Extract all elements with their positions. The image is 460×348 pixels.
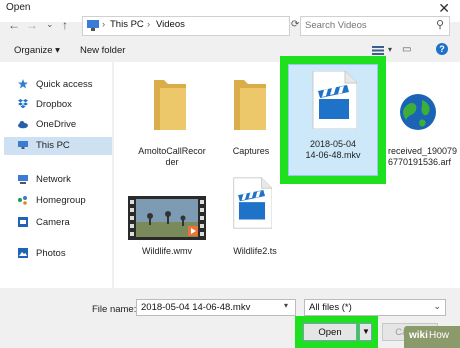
globe-icon [400,94,436,130]
sidebar-item-photos[interactable]: Photos [4,245,112,263]
search-input[interactable] [305,19,425,32]
refresh-icon[interactable]: ⟳ [291,19,299,30]
file-list: AmoltoCallRecor der Captures 2018-05-04 14… [114,56,460,288]
sidebar-item-homegroup[interactable]: Homegroup [4,192,112,210]
file-name-label: File name: [92,304,137,315]
sidebar-item-label: OneDrive [36,119,77,130]
camera-icon [18,217,28,227]
search-icon[interactable]: ⚲ [436,18,444,31]
breadcrumb-videos[interactable]: Videos [156,19,185,30]
file-type-select[interactable]: All files (*) ⌄ [304,299,446,316]
view-options-icon[interactable] [372,46,384,55]
close-icon[interactable]: ✕ [438,0,450,17]
sidebar-item-label: Homegroup [36,195,86,206]
view-dropdown-icon[interactable]: ▾ [388,45,392,54]
file-name: received_190079 6770191536.arf [388,146,458,167]
video-clapper-icon [312,71,357,129]
file-name-dropdown-icon[interactable]: ▾ [284,301,288,310]
video-thumbnail [128,196,206,240]
address-bar[interactable]: › This PC › Videos [82,16,290,36]
breadcrumb-separator: › [102,19,106,30]
sidebar-item-onedrive[interactable]: OneDrive [4,116,112,134]
forward-arrow-icon[interactable]: → [26,18,38,32]
new-folder-button[interactable]: New folder [80,45,125,56]
back-arrow-icon[interactable]: ← [8,18,20,32]
cloud-icon [18,121,28,129]
preview-pane-icon[interactable]: ▭ [402,44,411,55]
breadcrumb-this-pc[interactable]: This PC [110,19,144,30]
window-title: Open [6,2,31,13]
sidebar-item-this-pc[interactable]: This PC [4,137,112,155]
file-name: AmoltoCallRecor der [138,146,206,167]
file-name: 2018-05-04 14-06-48.mkv [305,139,361,160]
open-dropdown-button[interactable]: ▼ [359,323,372,341]
search-box[interactable]: ⚲ [300,16,450,36]
file-name-input[interactable] [136,299,296,316]
folder-icon [234,80,266,130]
file-name: Wildlife.wmv [141,246,192,256]
sidebar-item-quick-access[interactable]: Quick access [4,76,112,94]
file-name: Captures [232,146,270,156]
navigation-pane: Quick access Dropbox OneDrive This PC Ne… [0,62,112,288]
chevron-down-icon: ▼ [362,327,370,336]
file-name: Wildlife2.ts [233,246,277,256]
sidebar-item-label: Dropbox [36,99,72,110]
star-icon [18,79,28,89]
sidebar-item-dropbox[interactable]: Dropbox [4,96,112,114]
file-type-value: All files (*) [309,302,352,313]
file-item-wildlife2-ts[interactable]: Wildlife2.ts [220,174,290,260]
file-item-captures[interactable]: Captures [216,70,286,170]
file-item-2018-05-04-mkv[interactable]: 2018-05-04 14-06-48.mkv [288,64,378,176]
sidebar-item-label: Camera [36,217,70,228]
wikihow-watermark: wiki How [404,326,460,348]
photos-icon [18,248,28,258]
folder-icon [154,80,186,130]
sidebar-item-label: This PC [36,140,70,151]
up-arrow-icon[interactable]: ↑ [62,18,68,32]
sidebar-item-label: Network [36,174,71,185]
dropbox-icon [18,99,28,109]
file-item-amoltocallrecorder[interactable]: AmoltoCallRecor der [130,70,206,170]
breadcrumb-separator: › [147,19,151,30]
sidebar-item-label: Quick access [36,79,93,90]
chevron-down-icon: ⌄ [433,301,441,311]
this-pc-icon [87,20,99,31]
sidebar-item-camera[interactable]: Camera [4,214,112,232]
organize-button[interactable]: Organize ▾ [14,45,60,56]
help-icon[interactable]: ? [436,43,448,55]
open-button[interactable]: Open [303,323,357,341]
homegroup-icon [18,196,27,205]
video-clapper-icon [233,177,272,229]
sidebar-item-label: Photos [36,248,66,259]
computer-icon [18,141,28,149]
sidebar-item-network[interactable]: Network [4,171,112,189]
network-icon [18,175,28,184]
recent-locations-icon[interactable]: ⌄ [46,19,54,30]
file-item-received-arf[interactable]: received_190079 6770191536.arf [388,70,460,170]
file-item-wildlife-wmv[interactable]: Wildlife.wmv [124,174,210,260]
